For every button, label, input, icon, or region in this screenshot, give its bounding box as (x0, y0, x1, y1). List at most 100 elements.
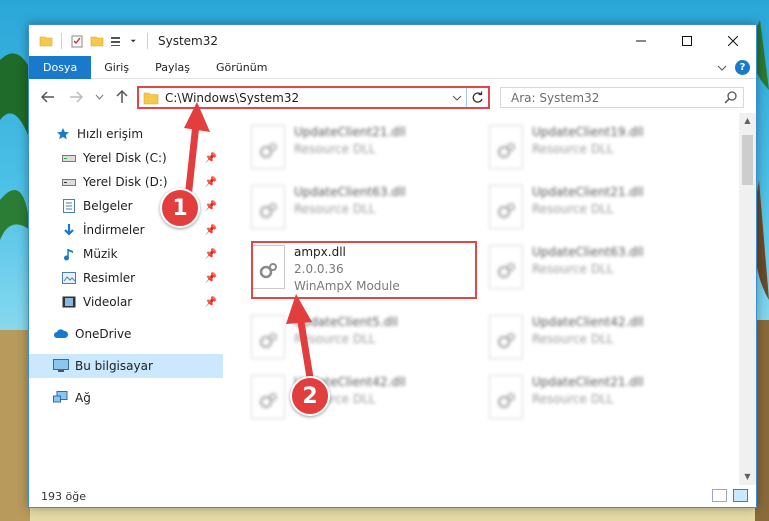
sidebar-item-videos[interactable]: Videolar 📌 (29, 290, 223, 314)
file-tile[interactable]: UpdateClient42.dll Resource DLL (237, 369, 461, 425)
document-icon (61, 198, 77, 214)
refresh-button[interactable] (466, 88, 488, 107)
sidebar-item-this-pc[interactable]: Bu bilgisayar (29, 354, 223, 378)
up-icon[interactable] (115, 89, 129, 104)
forward-icon[interactable] (69, 90, 83, 104)
sidebar-item-network[interactable]: Ağ (29, 386, 223, 410)
search-box[interactable]: Ara: System32 (500, 87, 744, 108)
dll-file-icon (489, 315, 523, 359)
callout-arrow-2 (286, 294, 316, 390)
minimize-icon (636, 40, 646, 41)
tab-view[interactable]: Görünüm (203, 56, 280, 79)
maximize-button[interactable] (664, 25, 710, 56)
sidebar-item-music[interactable]: Müzik 📌 (29, 242, 223, 266)
pin-icon[interactable]: 📌 (205, 225, 217, 236)
dll-file-icon (489, 185, 523, 229)
callout-arrow-1 (184, 102, 210, 198)
file-description: Resource DLL (294, 202, 376, 216)
file-tile[interactable]: UpdateClient5.dll Resource DLL (237, 309, 461, 365)
star-icon (55, 126, 71, 142)
file-name: UpdateClient21.dll (294, 125, 406, 139)
file-name: UpdateClient21.dll (532, 375, 644, 389)
scroll-thumb[interactable] (742, 135, 753, 185)
ribbon-tabs: Dosya Giriş Paylaş Görünüm ? (29, 55, 756, 79)
help-button[interactable]: ? (735, 60, 750, 75)
file-tile[interactable]: UpdateClient42.dll Resource DLL (475, 309, 699, 365)
search-icon[interactable] (724, 91, 737, 104)
back-icon[interactable] (41, 90, 55, 104)
pin-icon[interactable]: 📌 (205, 249, 217, 260)
file-name: UpdateClient63.dll (532, 245, 644, 259)
close-icon (728, 35, 738, 46)
dll-file-icon (489, 375, 523, 419)
status-bar: 193 öğe (29, 485, 756, 507)
drive-icon (61, 150, 77, 166)
recent-locations-icon[interactable] (95, 93, 104, 101)
music-icon (61, 246, 77, 262)
chevron-down-icon[interactable] (452, 93, 462, 103)
file-tile[interactable]: UpdateClient19.dll Resource DLL (475, 119, 699, 175)
maximize-icon (682, 35, 692, 46)
dropdown-arrow-icon[interactable] (130, 34, 139, 48)
properties-icon[interactable] (70, 34, 84, 48)
title-bar: System32 (29, 25, 756, 56)
network-icon (53, 390, 69, 406)
file-description: Resource DLL (532, 142, 614, 156)
refresh-icon (472, 91, 483, 103)
file-tile[interactable]: UpdateClient21.dll Resource DLL (475, 369, 699, 425)
item-count: 193 öğe (41, 489, 86, 503)
download-icon (61, 222, 77, 238)
pin-icon[interactable]: 📌 (205, 297, 217, 308)
details-view-icon[interactable] (712, 489, 727, 502)
ribbon-right-controls: ? (717, 60, 750, 75)
computer-icon (53, 358, 69, 374)
file-tile[interactable]: UpdateClient21.dll Resource DLL (237, 119, 461, 175)
dll-file-icon (489, 125, 523, 169)
sidebar-item-onedrive[interactable]: OneDrive (29, 322, 223, 346)
view-buttons (712, 489, 748, 502)
dll-file-icon (251, 185, 285, 229)
drive-icon (61, 174, 77, 190)
video-icon (61, 294, 77, 310)
quick-access-toolbar (29, 32, 150, 49)
file-description: Resource DLL (532, 262, 614, 276)
pin-icon[interactable]: 📌 (205, 201, 217, 212)
close-button[interactable] (710, 25, 756, 56)
tab-home[interactable]: Giriş (91, 56, 142, 79)
file-name: UpdateClient42.dll (532, 315, 644, 329)
window-controls (618, 25, 756, 56)
callout-badge-1: 1 (160, 188, 200, 228)
scroll-up-icon[interactable]: ▲ (739, 113, 756, 129)
scroll-down-icon[interactable]: ▼ (739, 469, 756, 485)
window-title: System32 (158, 33, 219, 48)
file-description: Resource DLL (532, 332, 614, 346)
highlight-box (251, 241, 477, 299)
file-tile[interactable]: UpdateClient63.dll Resource DLL (237, 179, 461, 235)
separator (61, 32, 62, 49)
minimize-button[interactable] (618, 25, 664, 56)
file-tile[interactable]: UpdateClient63.dll Resource DLL (475, 239, 699, 295)
file-name: UpdateClient63.dll (294, 185, 406, 199)
sidebar-item-pictures[interactable]: Resimler 📌 (29, 266, 223, 290)
file-name: UpdateClient21.dll (532, 185, 644, 199)
pictures-icon (61, 270, 77, 286)
dll-file-icon (489, 245, 523, 289)
customize-icon[interactable] (110, 34, 124, 48)
vertical-scrollbar[interactable]: ▲ ▼ (739, 113, 756, 485)
folder-icon (143, 92, 159, 104)
file-description: Resource DLL (294, 142, 376, 156)
navigation-bar: C:\Windows\System32 Ara: System32 (29, 81, 756, 113)
tab-share[interactable]: Paylaş (142, 56, 203, 79)
search-input[interactable]: Ara: System32 (511, 91, 599, 105)
new-folder-icon[interactable] (90, 34, 104, 48)
file-name: UpdateClient19.dll (532, 125, 644, 139)
expand-ribbon-icon[interactable] (717, 64, 727, 72)
tiles-view-icon[interactable] (733, 489, 748, 502)
pin-icon[interactable]: 📌 (205, 273, 217, 284)
dll-file-icon (251, 315, 285, 359)
dll-file-icon (251, 375, 285, 419)
file-description: Resource DLL (532, 392, 614, 406)
callout-badge-2: 2 (290, 376, 330, 416)
tab-file[interactable]: Dosya (29, 55, 92, 79)
file-tile[interactable]: UpdateClient21.dll Resource DLL (475, 179, 699, 235)
